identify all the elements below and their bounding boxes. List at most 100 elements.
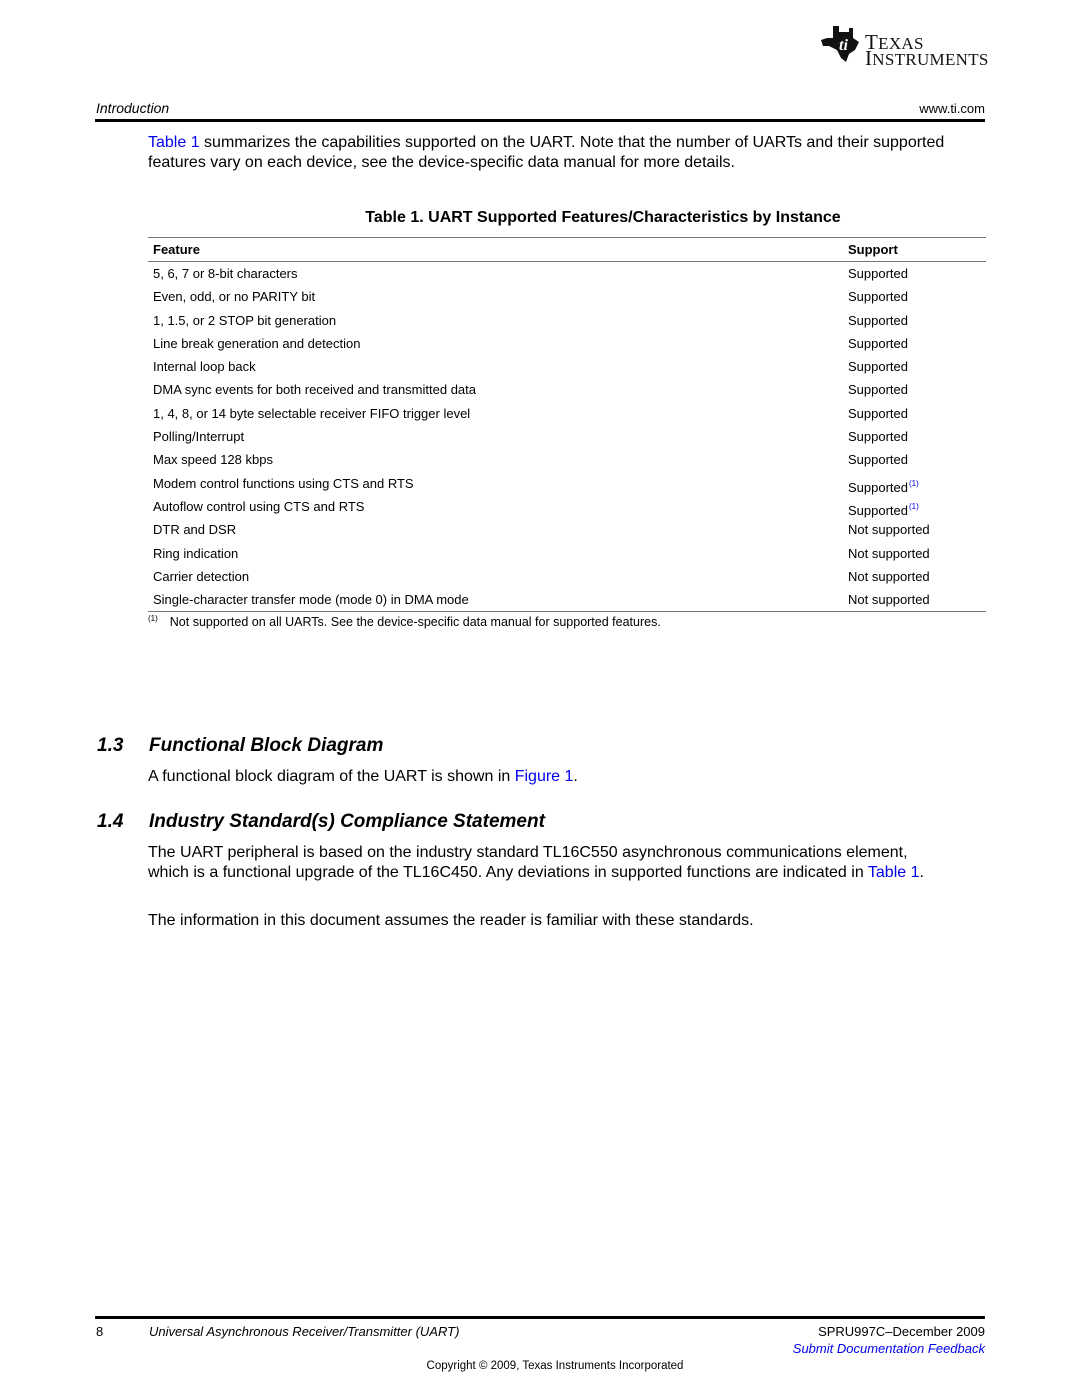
support-cell: Supported [848,448,908,471]
feature-cell: Max speed 128 kbps [153,452,273,468]
support-cell: Supported [848,262,908,285]
svg-text:ti: ti [839,37,848,54]
table-row: DTR and DSR Not supported [148,518,986,541]
feature-cell: Internal loop back [153,359,256,375]
support-cell: Supported [848,332,908,355]
support-value: Supported [848,429,908,445]
support-value: Supported [848,479,908,495]
logo-instruments: INSTRUMENTS [865,46,989,70]
feature-cell: Autoflow control using CTS and RTS [153,498,365,514]
table-row: Single-character transfer mode (mode 0) … [148,588,986,611]
feature-cell: 1, 1.5, or 2 STOP bit generation [153,312,337,328]
features-table: Feature Support 5, 6, 7 or 8-bit charact… [148,237,986,613]
figure-1-link[interactable]: Figure 1 [515,768,574,785]
table-row: Modem control functions using CTS and RT… [148,472,986,495]
ti-state-bug-icon: ti [821,26,859,62]
table-row: Polling/Interrupt Supported [148,425,986,448]
section-1-3-paragraph: A functional block diagram of the UART i… [148,767,578,787]
table-row: 1, 4, 8, or 14 byte selectable receiver … [148,402,986,425]
table-1-link[interactable]: Table 1 [148,134,200,151]
feature-cell: 1, 4, 8, or 14 byte selectable receiver … [153,405,471,421]
support-cell: Not supported [848,542,930,565]
table-row: 5, 6, 7 or 8-bit characters Supported [148,262,986,285]
section-1-4-paragraph-2: The information in this document assumes… [148,912,754,929]
table-row: DMA sync events for both received and tr… [148,378,986,401]
support-cell: Supported [848,355,908,378]
column-header-support: Support [848,242,898,257]
footer-doc-id: SPRU997C–December 2009 [818,1324,985,1339]
feature-cell: 5, 6, 7 or 8-bit characters [153,266,298,281]
section-1-4-paragraph-1: The UART peripheral is based on the indu… [148,843,948,882]
support-cell: Not supported [848,518,930,541]
table-row: Line break generation and detection Suppo… [148,332,986,355]
support-value: Supported [848,335,908,351]
feature-cell: Single-character transfer mode (mode 0) … [153,592,469,608]
support-value: Supported [848,312,908,328]
support-cell: Not supported [848,588,930,611]
support-value: Supported [848,359,908,375]
section-number: 1.4 [97,811,124,832]
support-value: Supported [848,382,908,398]
footer-doc-title: Universal Asynchronous Receiver/Transmit… [149,1324,460,1339]
table-bottom-rule [148,611,986,613]
footnote-text: Not supported on all UARTs. See the devi… [169,615,661,629]
table-row: Even, odd, or no PARITY bit Supported [148,285,986,308]
feature-cell: DMA sync events for both received and tr… [153,382,477,398]
submit-feedback-link[interactable]: Submit Documentation Feedback [793,1341,985,1356]
feature-cell: Polling/Interrupt [153,429,245,445]
header-url[interactable]: www.ti.com [919,101,985,116]
support-cell: Supported [848,402,908,425]
intro-text: summarizes the capabilities supported on… [148,134,945,171]
feature-cell: Even, odd, or no PARITY bit [153,289,316,305]
section-title: Industry Standard(s) Compliance Statemen… [149,811,545,832]
feature-cell: DTR and DSR [153,522,237,538]
feature-cell: Ring indication [153,545,239,561]
table-footnote: (1) Not supported on all UARTs. See the d… [148,614,661,629]
support-value: Supported [848,289,908,305]
table-row: 1, 1.5, or 2 STOP bit generation Supporte… [148,309,986,332]
support-cell: Supported [848,425,908,448]
table-row: Internal loop back Supported [148,355,986,378]
table-row: Carrier detection Not supported [148,565,986,588]
table-row: Max speed 128 kbps Supported [148,448,986,471]
header-section-name: Introduction [96,100,170,116]
footer-rule [95,1316,985,1319]
section-1-3-heading: 1.3 Functional Block Diagram [97,735,697,759]
footnote-mark: (1) [148,614,158,623]
header-rule [95,119,985,122]
feature-cell: Modem control functions using CTS and RT… [153,475,414,491]
support-cell: Supported [848,378,908,401]
table-body: 5, 6, 7 or 8-bit characters Supported Even… [148,262,986,611]
copyright: Copyright © 2009, Texas Instruments Inco… [426,1360,684,1372]
paragraph-text-end: . [919,863,924,881]
page-number: 8 [96,1324,104,1339]
paragraph-text: The UART peripheral is based on the indu… [148,844,908,881]
table-row: Autoflow control using CTS and RTS Suppor… [148,495,986,518]
support-cell: Supported [848,285,908,308]
support-value: Supported [848,502,908,518]
support-cell: Supported [848,309,908,332]
support-value: Supported [848,452,908,468]
column-header-feature: Feature [153,242,200,257]
support-value: Not supported [848,545,930,561]
support-value: Not supported [848,522,930,538]
intro-paragraph: Table 1 summarizes the capabilities supp… [148,133,988,172]
table-title: Table 1. UART Supported Features/Charact… [365,209,841,226]
paragraph-text: A functional block diagram of the UART i… [148,768,515,785]
support-value: Not supported [848,568,930,584]
support-value: Supported [848,405,908,421]
paragraph-text-end: . [573,768,578,785]
section-title: Functional Block Diagram [149,735,384,756]
table-row: Ring indication Not supported [148,542,986,565]
support-cell: Not supported [848,565,930,588]
section-number: 1.3 [97,735,124,756]
ti-logo: ti TEXAS INSTRUMENTS [819,22,989,70]
support-value: Supported [848,266,908,281]
footnote-ref-link[interactable]: (1) [909,479,919,488]
feature-cell: Carrier detection [153,568,250,584]
section-1-4-heading: 1.4 Industry Standard(s) Compliance Stat… [97,811,697,835]
table-header-row: Feature Support [148,238,986,261]
table-1-link[interactable]: Table 1 [868,864,920,881]
footnote-ref-link[interactable]: (1) [909,502,919,511]
feature-cell: Line break generation and detection [153,335,361,351]
